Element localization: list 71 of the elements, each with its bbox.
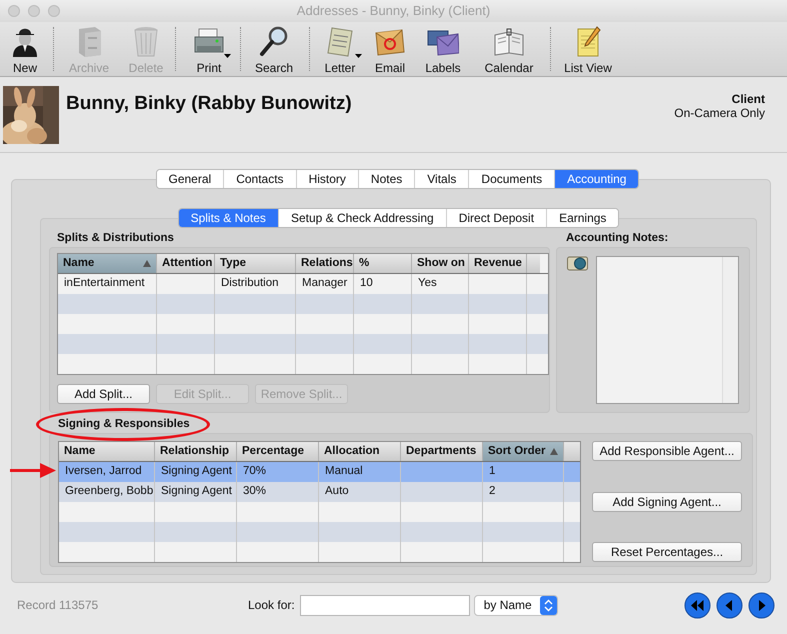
arrow-icon xyxy=(10,462,56,479)
toolbar-button[interactable]: Labels xyxy=(413,22,473,76)
section-title: Splits & Distributions xyxy=(56,231,175,246)
push-button[interactable]: Add Split... xyxy=(57,384,150,404)
subtab[interactable]: Earnings xyxy=(546,209,618,227)
header-filler xyxy=(527,254,540,273)
first-record-button[interactable] xyxy=(684,592,711,618)
toolbar-button[interactable]: Email xyxy=(367,22,413,76)
column-header[interactable]: Sort Order xyxy=(483,442,564,461)
camera-icon xyxy=(567,256,588,271)
column-header[interactable]: Show on xyxy=(412,254,469,273)
toolbar-button[interactable]: Print xyxy=(180,22,238,76)
window-title: Addresses - Bunny, Binky (Client) xyxy=(296,2,490,20)
table-cell-text: 70% xyxy=(243,464,266,480)
column-header[interactable]: Name xyxy=(58,254,157,273)
close-button[interactable] xyxy=(8,5,20,17)
record-number: Record 113575 xyxy=(17,597,100,614)
column-header[interactable]: % xyxy=(354,254,412,273)
column-header[interactable]: Type xyxy=(215,254,296,273)
table-cell-text: Manual xyxy=(325,464,363,480)
table-cell-text: Yes xyxy=(418,276,437,292)
table-cell-text: Signing Agent xyxy=(161,484,232,500)
next-record-button[interactable] xyxy=(748,592,775,618)
look-for-label: Look for: xyxy=(248,597,295,614)
column-header[interactable]: Relations xyxy=(296,254,354,273)
subtab[interactable]: Splits & Notes xyxy=(178,209,278,227)
table-cell-text: Iversen, Jarrod xyxy=(65,464,142,480)
contact-name: Bunny, Binky (Rabby Bunowitz) xyxy=(66,92,352,116)
table-cell-text: Signing Agent xyxy=(161,464,232,480)
previous-record-button[interactable] xyxy=(716,592,743,618)
column-header[interactable]: Allocation xyxy=(319,442,401,461)
toolbar-button[interactable]: Search xyxy=(242,22,306,76)
table-cell-text: 30% xyxy=(243,484,266,500)
contact-subcategory: On-Camera Only xyxy=(674,106,765,120)
notes-text-area[interactable] xyxy=(596,256,739,404)
stepper-icon xyxy=(540,596,557,614)
header-filler xyxy=(564,442,580,461)
push-button[interactable]: Add Signing Agent... xyxy=(592,492,742,512)
column-header[interactable]: Revenue xyxy=(469,254,527,273)
push-button[interactable]: Add Responsible Agent... xyxy=(592,441,742,461)
tab[interactable]: Accounting xyxy=(554,170,638,188)
table-cell-text: 1 xyxy=(489,464,496,480)
table-cell-text: 2 xyxy=(489,484,496,500)
table-cell-text: 10 xyxy=(360,276,373,292)
caret-icon xyxy=(355,54,362,58)
toolbar-button[interactable]: Letter xyxy=(313,22,367,76)
column-header[interactable]: Percentage xyxy=(237,442,319,461)
column-header[interactable]: Departments xyxy=(401,442,483,461)
column-header[interactable]: Name xyxy=(59,442,155,461)
push-button[interactable]: Reset Percentages... xyxy=(592,542,742,562)
toolbar-button[interactable]: New xyxy=(0,22,50,76)
section-title: Accounting Notes: xyxy=(565,231,670,246)
table-cell-text: inEntertainment xyxy=(64,276,145,292)
toolbar-button[interactable]: Calendar xyxy=(473,22,545,76)
table-cell-text: Manager xyxy=(302,276,348,292)
caret-icon xyxy=(224,54,231,58)
table-cell-text: Auto xyxy=(325,484,349,500)
search-icon xyxy=(258,25,290,58)
zoom-button[interactable] xyxy=(48,5,60,17)
minimize-button[interactable] xyxy=(28,5,40,17)
table-row[interactable]: Greenberg, Bobb Signing Agent 30% Auto 2 xyxy=(59,482,580,502)
table-cell-text: Distribution xyxy=(221,276,279,292)
column-header[interactable]: Attention xyxy=(157,254,215,273)
contact-category: Client xyxy=(732,92,765,106)
search-by-dropdown[interactable]: by Name xyxy=(474,594,558,616)
look-for-field[interactable] xyxy=(300,594,470,616)
table-cell-text: Greenberg, Bobb xyxy=(65,484,154,500)
toolbar-button[interactable]: List View xyxy=(555,22,621,76)
section-title: Signing & Responsibles xyxy=(58,417,190,431)
column-header[interactable]: Relationship xyxy=(155,442,237,461)
table-row[interactable]: Iversen, Jarrod Signing Agent 70% Manual 1 xyxy=(59,462,580,482)
